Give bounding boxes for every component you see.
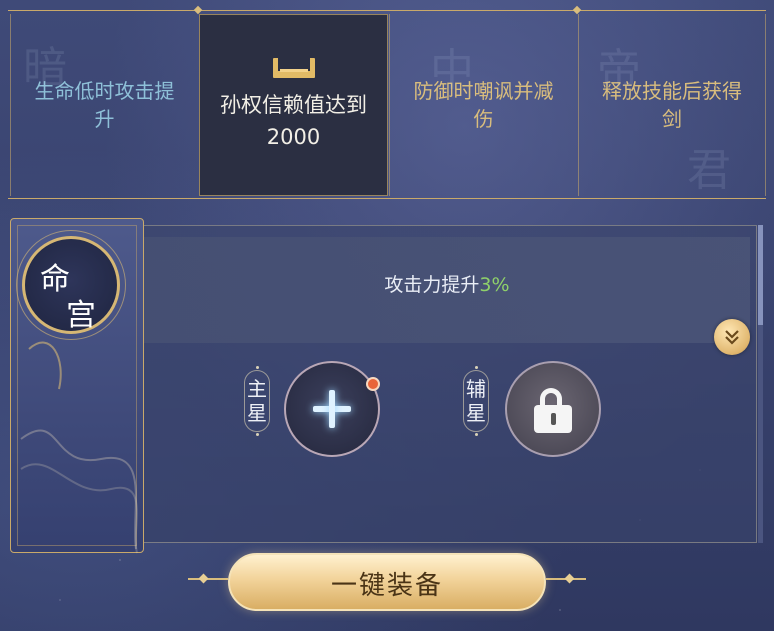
background-glyph: 帝	[597, 45, 641, 96]
lock-keyhole	[551, 413, 556, 425]
attribute-text: 攻击力提升3%	[144, 270, 750, 297]
skill-card-label: 孙权信赖值达到2000	[220, 93, 367, 149]
main-star-label: 主 星	[244, 366, 270, 436]
main-star-slot[interactable]	[284, 361, 380, 457]
attribute-label: 攻击力提升	[384, 274, 480, 296]
skill-card-1[interactable]: 暗 生命低时攻击提升	[10, 14, 198, 196]
skill-card-3[interactable]: 中 防御时嘲讽并减伤	[389, 14, 577, 196]
seal-title-char: 宫	[66, 298, 96, 333]
button-ornament	[198, 573, 209, 584]
tray-icon	[272, 58, 315, 78]
plus-icon	[329, 390, 335, 428]
top-divider-bottom	[8, 198, 766, 199]
equip-button-label: 一键装备	[330, 571, 443, 601]
background-glyph: 中	[430, 45, 474, 96]
skill-card-2-selected[interactable]: 孙权信赖值达到2000	[199, 14, 388, 196]
panel-scrollbar-thumb[interactable]	[758, 225, 763, 325]
button-ornament	[564, 573, 575, 584]
top-divider	[8, 10, 766, 11]
background-glyph: 君	[687, 145, 731, 196]
skill-card-4[interactable]: 帝 君 释放技能后获得剑	[578, 14, 766, 196]
attribute-value: 3%	[479, 274, 510, 296]
double-chevron-down-icon	[725, 330, 739, 345]
expand-button[interactable]	[714, 319, 750, 355]
notification-dot	[366, 377, 380, 391]
divider-ornament	[572, 5, 582, 15]
divider-ornament	[193, 5, 203, 15]
aux-star-label: 辅 星	[463, 366, 489, 436]
background-glyph: 暗	[23, 43, 67, 94]
aux-star-slot[interactable]	[505, 361, 601, 457]
